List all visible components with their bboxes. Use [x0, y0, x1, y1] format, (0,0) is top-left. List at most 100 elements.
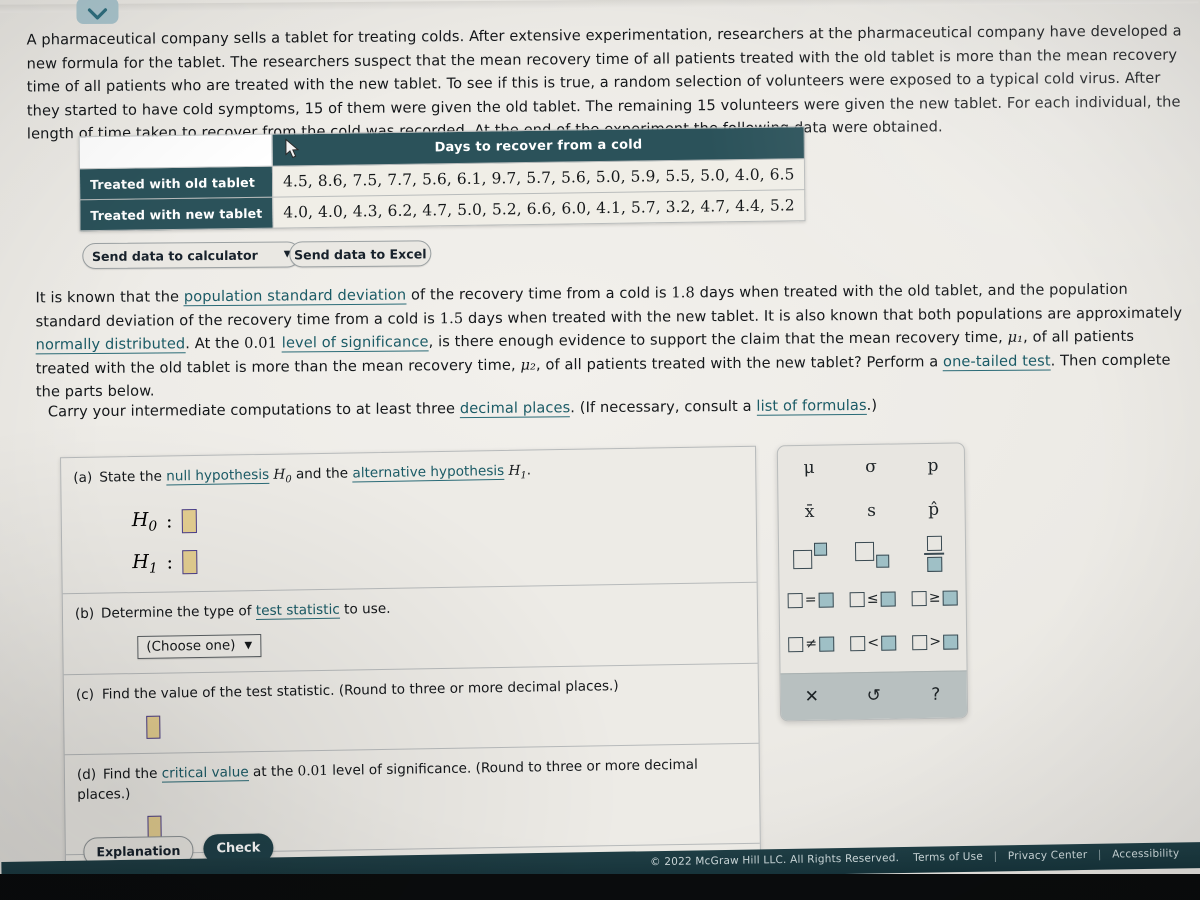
link-critical-value[interactable]: critical value [161, 764, 249, 783]
filled-square-icon [942, 633, 959, 650]
h0-row-label: H0 [131, 508, 158, 535]
carry-text-1: Carry your intermediate computations to … [47, 400, 460, 421]
superscript-icon [793, 542, 828, 570]
h1-symbol: H1 [508, 462, 527, 482]
placeholder-square-icon [849, 591, 865, 607]
part-a-section: (a) State the null hypothesis H0 and the … [61, 446, 757, 595]
link-list-of-formulas[interactable]: list of formulas [756, 396, 867, 416]
placeholder-square-icon [850, 635, 866, 651]
not-equal-operator: ≠ [805, 635, 818, 652]
chevron-down-icon: ▼ [244, 640, 253, 652]
less-equal-operator: ≤ [866, 590, 879, 607]
palette-sigma-button[interactable]: σ [840, 444, 903, 489]
footer-links: © 2022 McGraw Hill LLC. All Rights Reser… [650, 847, 1179, 868]
part-c-label: (c) [75, 687, 95, 704]
known-text-5: . At the [185, 334, 245, 353]
part-b-text-1: Determine the type of [100, 603, 256, 622]
palette-p-hat-button[interactable]: p̂ [902, 487, 965, 532]
part-a-text-1: State the [99, 468, 167, 486]
filled-square-icon [942, 589, 958, 606]
palette-x-bar-button[interactable]: x̄ [778, 489, 841, 534]
link-decimal-places[interactable]: decimal places [459, 399, 571, 419]
part-d-prompt: (d) Find the critical value at the 0.01 l… [77, 754, 747, 805]
part-b-prompt: (b) Determine the type of test statistic … [75, 593, 745, 624]
link-one-tailed-test[interactable]: one-tailed test [942, 351, 1051, 371]
palette-equals-button[interactable]: = [779, 577, 842, 622]
part-b-label: (b) [74, 606, 95, 623]
alpha-value: 0.01 [244, 334, 278, 352]
palette-less-equal-button[interactable]: ≤ [841, 576, 904, 621]
send-data-to-calculator-button[interactable]: Send data to calculator ▼ [82, 241, 301, 270]
symbol-palette: μ σ p x̄ s p̂ = ≤ ≥ ≠ < > ✕ ↺ ? [776, 442, 969, 722]
filled-square-icon [818, 592, 834, 608]
h0-colon: : [165, 510, 173, 533]
row-label-new-tablet: Treated with new tablet [79, 197, 274, 231]
part-c-section: (c) Find the value of the test statistic.… [63, 664, 759, 756]
test-statistic-select-value: (Choose one) [146, 638, 236, 656]
link-alternative-hypothesis[interactable]: alternative hypothesis [352, 462, 505, 483]
filled-square-icon [818, 636, 835, 652]
palette-mu-button[interactable]: μ [778, 445, 841, 490]
palette-s-button[interactable]: s [840, 488, 903, 533]
palette-subscript-button[interactable] [841, 532, 904, 577]
row-label-old-tablet: Treated with old tablet [79, 166, 273, 200]
palette-not-equal-button[interactable]: ≠ [780, 621, 843, 666]
palette-clear-button[interactable]: ✕ [781, 686, 843, 707]
h1-answer-input[interactable] [181, 550, 198, 575]
fraction-icon [924, 535, 945, 572]
terms-of-use-link[interactable]: Terms of Use [913, 851, 983, 864]
photographed-screen: A pharmaceutical company sells a tablet … [0, 0, 1200, 900]
link-test-statistic[interactable]: test statistic [255, 601, 340, 621]
data-table: Days to recover from a cold Treated with… [79, 126, 806, 231]
copyright-text: © 2022 McGraw Hill LLC. All Rights Reser… [649, 852, 900, 869]
known-text-4: days when treated with the new tablet. I… [463, 303, 1183, 327]
filled-square-icon [880, 634, 897, 651]
greater-equal-operator: ≥ [928, 589, 941, 606]
link-level-of-significance[interactable]: level of significance [281, 333, 429, 353]
palette-greater-equal-button[interactable]: ≥ [903, 575, 966, 620]
sigma-new-value: 1.5 [439, 309, 464, 327]
link-normally-distributed[interactable]: normally distributed [35, 335, 186, 355]
accessibility-link[interactable]: Accessibility [1112, 847, 1179, 860]
link-null-hypothesis[interactable]: null hypothesis [166, 466, 270, 486]
part-b-text-2: to use. [339, 601, 391, 618]
part-d-text-2: at the [248, 763, 298, 781]
palette-superscript-button[interactable] [779, 533, 842, 578]
chevron-down-icon [87, 8, 108, 20]
carry-text-3: .) [866, 396, 878, 414]
known-text-8: , of all patients treated with the new t… [535, 352, 944, 374]
part-a-prompt: (a) State the null hypothesis H0 and the … [73, 457, 743, 494]
question-panel: (a) State the null hypothesis H0 and the … [52, 445, 762, 900]
part-d-alpha: 0.01 [297, 763, 329, 780]
part-a-label: (a) [73, 469, 93, 487]
palette-greater-than-button[interactable]: > [904, 619, 967, 664]
h0-answer-input[interactable] [181, 508, 197, 533]
link-population-standard-deviation[interactable]: population standard deviation [183, 286, 407, 307]
palette-undo-button[interactable]: ↺ [843, 685, 905, 706]
test-statistic-select[interactable]: (Choose one) ▼ [137, 634, 262, 660]
palette-less-than-button[interactable]: < [842, 620, 905, 665]
part-d-text-1: Find the [102, 765, 162, 783]
part-a-text-3: . [526, 462, 532, 479]
known-text-2: of the recovery time from a cold is [406, 284, 672, 304]
subscript-icon [854, 541, 890, 569]
h0-symbol: H0 [273, 466, 292, 486]
test-statistic-answer-input[interactable] [146, 715, 161, 740]
known-information-paragraph: It is known that the population standard… [35, 277, 1187, 404]
palette-p-button[interactable]: p [902, 443, 965, 488]
palette-fraction-button[interactable] [903, 531, 966, 576]
mu-1-symbol: μ₁ [1007, 328, 1024, 346]
placeholder-square-icon [788, 636, 804, 652]
greater-than-operator: > [929, 633, 942, 650]
sigma-old-value: 1.8 [671, 284, 695, 302]
send-data-to-excel-button[interactable]: Send data to Excel [289, 240, 432, 268]
mouse-cursor-icon [285, 138, 300, 159]
palette-footer: ✕ ↺ ? [780, 670, 968, 721]
exercise-page: A pharmaceutical company sells a tablet … [0, 0, 1200, 900]
chevron-down-button[interactable] [76, 0, 119, 25]
part-b-section: (b) Determine the type of test statistic … [62, 583, 758, 676]
h1-colon: : [166, 551, 174, 574]
palette-help-button[interactable]: ? [905, 684, 967, 705]
footer-separator: | [993, 850, 998, 863]
privacy-center-link[interactable]: Privacy Center [1008, 849, 1088, 862]
